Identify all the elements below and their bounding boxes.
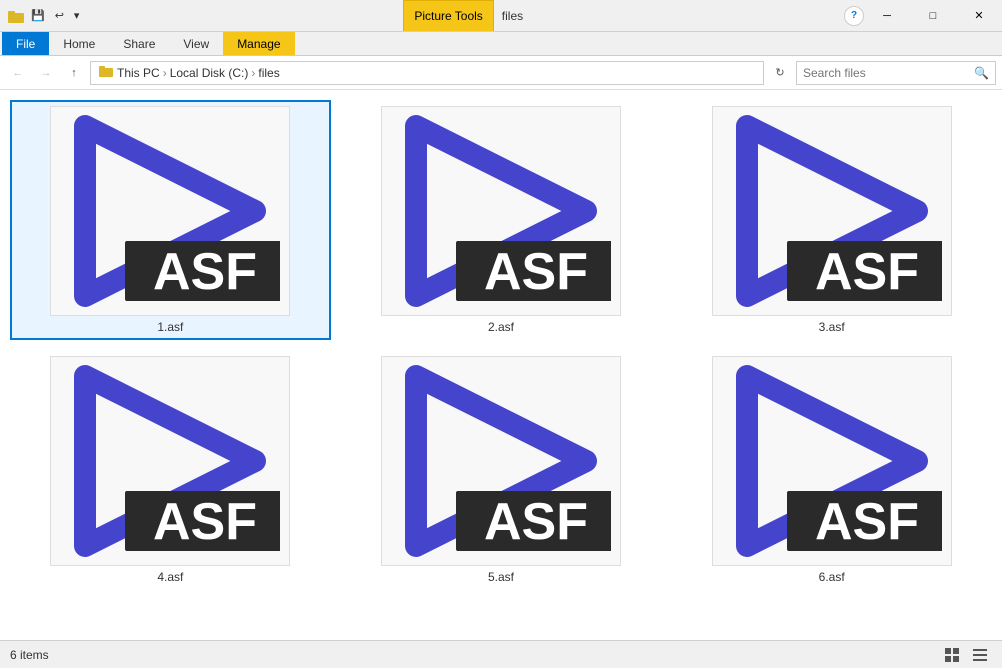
title-bar-right: ? ─ □ ✕ — [844, 0, 1002, 31]
file-thumbnail: ASF — [50, 356, 290, 566]
file-thumbnail: ASF — [50, 106, 290, 316]
file-thumbnail: ASF — [381, 356, 621, 566]
file-name: 1.asf — [157, 320, 183, 334]
minimize-button[interactable]: ─ — [864, 0, 910, 32]
back-button[interactable]: ← — [6, 61, 30, 85]
svg-text:ASF: ASF — [153, 493, 257, 551]
tab-manage[interactable]: Manage — [223, 32, 294, 55]
file-item[interactable]: ASF 3.asf — [671, 100, 992, 340]
folder-icon — [8, 8, 24, 24]
file-thumbnail: ASF — [381, 106, 621, 316]
ribbon-tabs: File Home Share View Manage — [0, 32, 1002, 56]
customize-btn[interactable]: ▾ — [71, 7, 83, 24]
svg-text:ASF: ASF — [484, 243, 588, 301]
path-local-disk: Local Disk (C:) — [170, 66, 249, 80]
file-name: 3.asf — [819, 320, 845, 334]
file-name: 5.asf — [488, 570, 514, 584]
tab-share[interactable]: Share — [109, 32, 169, 55]
title-bar-left: 💾 ↩ ▾ — [0, 0, 90, 31]
large-icons-view-button[interactable] — [940, 645, 964, 665]
quick-save-btn[interactable]: 💾 — [28, 7, 48, 24]
status-bar: 6 items — [0, 640, 1002, 668]
file-name: 4.asf — [157, 570, 183, 584]
path-sep-2: › — [251, 66, 255, 80]
file-item[interactable]: ASF 2.asf — [341, 100, 662, 340]
window-title: files — [494, 9, 531, 23]
svg-text:ASF: ASF — [815, 243, 919, 301]
search-icon: 🔍 — [974, 66, 989, 80]
title-center: Picture Tools files — [90, 0, 844, 31]
search-box[interactable]: 🔍 — [796, 61, 996, 85]
path-files: files — [258, 66, 279, 80]
search-input[interactable] — [803, 66, 974, 80]
address-path[interactable]: This PC › Local Disk (C:) › files — [90, 61, 764, 85]
items-count: 6 items — [10, 648, 49, 662]
path-sep-1: › — [163, 66, 167, 80]
file-thumbnail: ASF — [712, 356, 952, 566]
address-bar: ← → ↑ This PC › Local Disk (C:) › files … — [0, 56, 1002, 90]
svg-text:ASF: ASF — [484, 493, 588, 551]
tab-home[interactable]: Home — [49, 32, 109, 55]
maximize-button[interactable]: □ — [910, 0, 956, 32]
file-name: 6.asf — [819, 570, 845, 584]
help-button[interactable]: ? — [844, 6, 864, 26]
picture-tools-label: Picture Tools — [403, 0, 493, 31]
up-button[interactable]: ↑ — [62, 61, 86, 85]
file-item[interactable]: ASF 1.asf — [10, 100, 331, 340]
close-button[interactable]: ✕ — [956, 0, 1002, 32]
forward-button[interactable]: → — [34, 61, 58, 85]
details-view-button[interactable] — [968, 645, 992, 665]
path-this-pc: This PC — [117, 66, 160, 80]
file-thumbnail: ASF — [712, 106, 952, 316]
tab-file[interactable]: File — [2, 32, 49, 55]
undo-btn[interactable]: ↩ — [52, 7, 67, 24]
svg-text:ASF: ASF — [815, 493, 919, 551]
title-bar: 💾 ↩ ▾ Picture Tools files ? ─ □ ✕ — [0, 0, 1002, 32]
file-item[interactable]: ASF 4.asf — [10, 350, 331, 590]
tab-view[interactable]: View — [169, 32, 223, 55]
view-controls — [940, 645, 992, 665]
refresh-button[interactable]: ↻ — [768, 61, 792, 85]
file-name: 2.asf — [488, 320, 514, 334]
path-folder-icon — [99, 65, 113, 80]
file-item[interactable]: ASF 5.asf — [341, 350, 662, 590]
svg-text:ASF: ASF — [153, 243, 257, 301]
file-grid: ASF 1.asf ASF 2.asf ASF 3.asf ASF 4.asf — [0, 90, 1002, 640]
file-item[interactable]: ASF 6.asf — [671, 350, 992, 590]
